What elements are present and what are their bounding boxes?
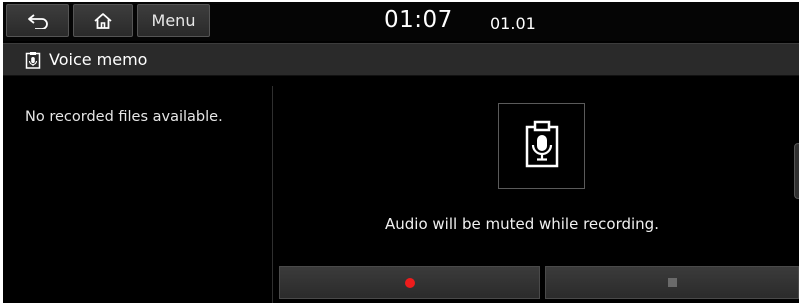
home-icon [93, 12, 113, 30]
stop-square-icon [667, 278, 677, 287]
date: 01.01 [490, 14, 536, 33]
voice-memo-icon [25, 51, 41, 73]
menu-button[interactable]: Menu [137, 4, 210, 37]
recording-status-box [498, 103, 585, 189]
status-bar: Menu 01:07 01.01 [3, 2, 799, 41]
voice-memo-screen: Menu 01:07 01.01 Voice memo No recorded … [3, 2, 799, 303]
title-bar: Voice memo [3, 43, 799, 76]
back-button[interactable] [6, 4, 69, 37]
menu-label: Menu [151, 11, 196, 30]
record-button[interactable] [279, 266, 540, 299]
stop-button[interactable] [545, 266, 799, 299]
record-dot-icon [404, 277, 415, 288]
panel-divider [272, 86, 273, 303]
empty-list-message: No recorded files available. [25, 109, 223, 125]
microphone-icon [524, 120, 560, 172]
home-button[interactable] [73, 4, 133, 37]
side-panel-handle[interactable] [794, 143, 799, 199]
page-title: Voice memo [49, 50, 148, 69]
mute-notice: Audio will be muted while recording. [385, 215, 659, 233]
back-arrow-icon [27, 13, 49, 29]
clock: 01:07 [384, 7, 453, 33]
